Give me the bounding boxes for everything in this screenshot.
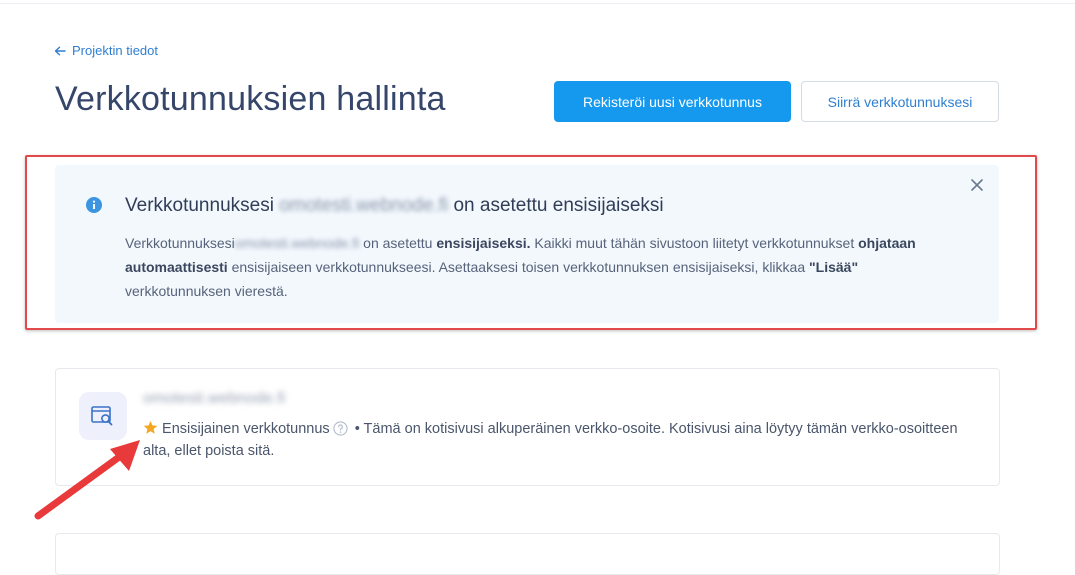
notice-body-bold: "Lisää" <box>809 259 859 275</box>
top-divider <box>0 0 1075 4</box>
notice-body-text: on asetettu <box>359 235 437 251</box>
notice-title-domain: omotesti.webnode.fi <box>279 195 449 216</box>
help-circle-icon[interactable] <box>333 421 348 436</box>
domain-name: omotesti.webnode.fi <box>143 390 286 407</box>
transfer-domain-button[interactable]: Siirrä verkkotunnuksesi <box>801 81 999 122</box>
notice-body-text: Verkkotunnuksesi <box>125 235 235 251</box>
notice-body-domain: omotesti.webnode.fi <box>234 235 360 251</box>
notice-body: Verkkotunnuksesiomotesti.webnode.fi on a… <box>125 231 955 303</box>
notice-body-text: ensisijaiseen verkkotunnukseesi. Asettaa… <box>227 259 809 275</box>
notice-title-suffix: on asetettu ensisijaiseksi <box>453 195 664 216</box>
domain-icon-box <box>79 392 127 440</box>
info-icon <box>86 197 102 213</box>
notice-body-text: verkkotunnuksen vierestä. <box>125 283 288 299</box>
back-link-label: Projektin tiedot <box>72 43 158 58</box>
notice-body-text: Kaikki muut tähän sivustoon liitetyt ver… <box>530 235 859 251</box>
arrow-left-icon <box>54 46 66 55</box>
close-icon[interactable] <box>970 178 984 192</box>
browser-search-icon <box>91 406 113 426</box>
register-domain-button[interactable]: Rekisteröi uusi verkkotunnus <box>554 81 791 122</box>
notice-title-prefix: Verkkotunnuksesi <box>125 195 274 216</box>
notice-body-bold: ensisijaiseksi. <box>436 235 531 251</box>
primary-domain-label: Ensisijainen verkkotunnus <box>162 421 330 437</box>
notice-title: Verkkotunnuksesi omotesti.webnode.fi on … <box>125 195 664 217</box>
domain-description: Ensisijainen verkkotunnus • Tämä on koti… <box>143 418 963 462</box>
page-title: Verkkotunnuksien hallinta <box>55 80 446 118</box>
star-icon <box>143 420 158 434</box>
back-link[interactable]: Projektin tiedot <box>54 43 158 58</box>
domain-card-next <box>55 533 1000 575</box>
